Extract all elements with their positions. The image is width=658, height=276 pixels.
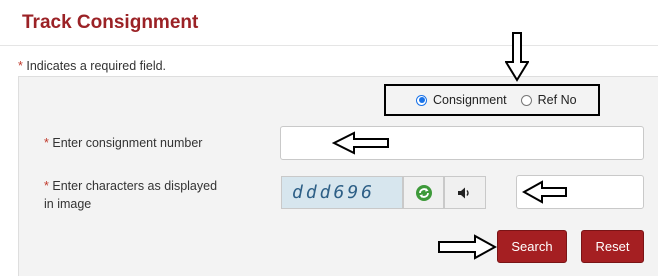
title-divider bbox=[0, 45, 658, 46]
speaker-icon bbox=[458, 187, 469, 198]
captcha-label: * Enter characters as displayed in image bbox=[44, 179, 218, 211]
captcha-image: ddd696 bbox=[281, 176, 403, 209]
refresh-captcha-button[interactable] bbox=[403, 176, 444, 209]
ref-no-radio-label[interactable]: Ref No bbox=[538, 93, 577, 107]
consignment-label: * Enter consignment number bbox=[44, 136, 203, 150]
refresh-icon bbox=[415, 184, 432, 201]
page-title: Track Consignment bbox=[22, 12, 199, 33]
arrow-left-icon bbox=[332, 131, 389, 155]
audio-captcha-button[interactable] bbox=[444, 176, 486, 209]
reset-button[interactable]: Reset bbox=[581, 230, 644, 263]
arrow-down-icon bbox=[505, 32, 529, 82]
search-type-group: Consignment Ref No bbox=[384, 84, 600, 116]
consignment-radio[interactable] bbox=[416, 94, 427, 106]
ref-no-radio[interactable] bbox=[520, 94, 532, 106]
arrow-left-icon bbox=[522, 180, 567, 204]
search-button[interactable]: Search bbox=[497, 230, 567, 263]
arrow-right-icon bbox=[438, 234, 497, 260]
consignment-radio-label[interactable]: Consignment bbox=[433, 93, 507, 107]
required-note: * Indicates a required field. bbox=[18, 59, 166, 73]
required-note-text: Indicates a required field. bbox=[26, 59, 167, 73]
required-marker: * bbox=[18, 59, 23, 73]
